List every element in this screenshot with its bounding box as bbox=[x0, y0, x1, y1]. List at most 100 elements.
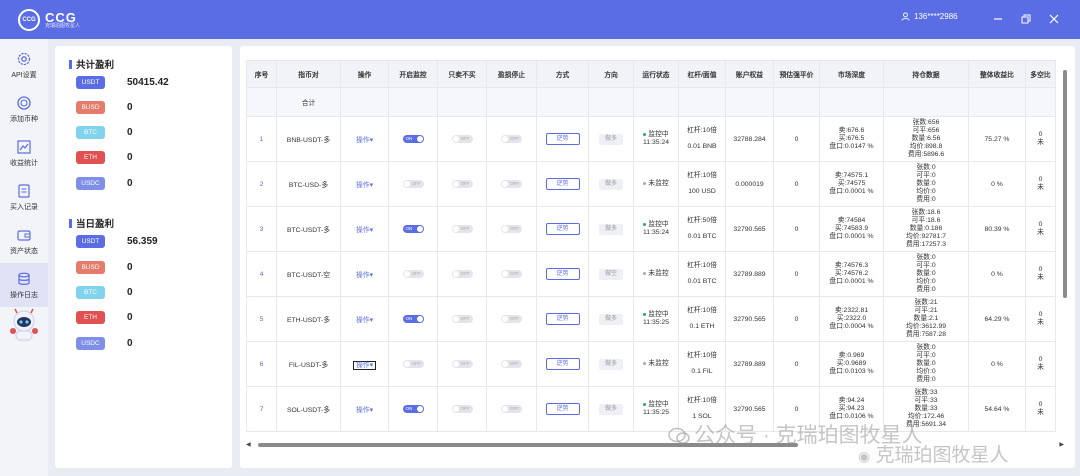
sell-only-toggle[interactable]: OFF bbox=[451, 315, 473, 323]
method-button[interactable]: 逆势 bbox=[545, 403, 580, 415]
column-header: 只卖不买 bbox=[437, 60, 487, 88]
sidebar-item-profit-stats[interactable]: 收益统计 bbox=[0, 131, 48, 175]
operation-dropdown[interactable]: 操作▾ bbox=[356, 182, 373, 189]
account-equity: 32790.565 bbox=[725, 296, 774, 342]
user-account[interactable]: 136****2986 bbox=[901, 12, 958, 21]
log-icon bbox=[18, 272, 30, 285]
minimize-button[interactable] bbox=[990, 11, 1006, 27]
column-header: 操作 bbox=[340, 60, 389, 88]
sidebar-item-api-settings[interactable]: API设置 bbox=[0, 43, 48, 87]
total-profit-row: ETH 0 bbox=[76, 151, 133, 164]
sidebar-item-add-coin[interactable]: 添加币种 bbox=[0, 87, 48, 131]
overall-return-ratio: 0 % bbox=[968, 161, 1026, 207]
profit-value: 50415.42 bbox=[127, 77, 169, 88]
profit-panel: 共计盈利 USDT 50415.42 BUSD 0 BTC 0 ETH 0 USDC 0 … bbox=[55, 46, 232, 468]
vertical-scrollbar[interactable] bbox=[1061, 60, 1069, 300]
stop-loss-toggle[interactable]: OFF bbox=[501, 360, 522, 368]
stop-loss-toggle[interactable]: OFF bbox=[501, 225, 522, 233]
liquidation-price: 0 bbox=[773, 116, 820, 162]
direction-button[interactable]: 做多 bbox=[599, 403, 623, 415]
monitor-toggle[interactable]: ON bbox=[402, 225, 424, 233]
run-status: 监控中 11:35:24 bbox=[633, 116, 679, 162]
monitor-toggle[interactable]: ON bbox=[402, 405, 424, 413]
top-bar: CCG CCG 克瑞珀图牧星人 136****2986 bbox=[0, 0, 1080, 39]
monitor-toggle[interactable]: ON bbox=[402, 135, 424, 143]
stop-loss-toggle[interactable]: OFF bbox=[501, 270, 522, 278]
sell-only-toggle[interactable]: OFF bbox=[451, 135, 473, 143]
sell-only-toggle[interactable]: OFF bbox=[451, 180, 473, 188]
column-header: 方向 bbox=[588, 60, 634, 88]
long-short-ratio: 0未 bbox=[1025, 161, 1056, 207]
app-title: CCG bbox=[45, 9, 77, 25]
sidebar-item-buy-records[interactable]: 买入记录 bbox=[0, 175, 48, 219]
row-index: 2 bbox=[246, 161, 277, 207]
gear-icon bbox=[17, 52, 31, 65]
method-button[interactable]: 逆势 bbox=[545, 223, 580, 235]
direction-button[interactable]: 做空 bbox=[599, 268, 623, 280]
leverage-face-value: 杠杆:10倍 0.1 ETH bbox=[678, 296, 726, 342]
overall-return-ratio: 0 % bbox=[968, 341, 1026, 387]
user-name: 136****2986 bbox=[914, 12, 958, 21]
method-button[interactable]: 逆势 bbox=[545, 178, 580, 190]
column-header: 运行状态 bbox=[633, 60, 679, 88]
watermark-text-2: ◉ 克瑞珀图牧星人 bbox=[858, 445, 1009, 466]
app-subtitle: 克瑞珀图牧星人 bbox=[45, 22, 81, 29]
operation-dropdown[interactable]: 操作▾ bbox=[356, 272, 373, 279]
overall-return-ratio: 75.27 % bbox=[968, 116, 1026, 162]
operation-dropdown[interactable]: 操作▾ bbox=[352, 361, 376, 370]
scroll-left-icon[interactable]: ◀ bbox=[246, 441, 251, 448]
maximize-button[interactable] bbox=[1018, 11, 1034, 27]
table-row: 5 ETH-USDT-多 操作▾ ON OFF OFF 逆势 做多 监控中 11:35:25 杠杆:… bbox=[246, 296, 1056, 342]
weibo-icon: ◉ bbox=[858, 448, 871, 464]
stop-loss-toggle[interactable]: OFF bbox=[501, 315, 522, 323]
operation-dropdown[interactable]: 操作▾ bbox=[356, 137, 373, 144]
liquidation-price: 0 bbox=[773, 341, 820, 387]
sell-only-toggle[interactable]: OFF bbox=[451, 360, 473, 368]
leverage-face-value: 杠杆:10倍 100 USD bbox=[678, 161, 726, 207]
liquidation-price: 0 bbox=[773, 206, 820, 252]
account-equity: 32788.284 bbox=[725, 116, 774, 162]
method-button[interactable]: 逆势 bbox=[545, 313, 580, 325]
method-button[interactable]: 逆势 bbox=[545, 133, 580, 145]
method-button[interactable]: 逆势 bbox=[545, 268, 580, 280]
row-index: 3 bbox=[246, 206, 277, 252]
strategy-table: 序号 指币对 操作 开启监控 只卖不买 盈损停止 方式 方向 运行状态 杠杆/面… bbox=[246, 60, 1056, 432]
direction-button[interactable]: 做多 bbox=[599, 178, 623, 190]
monitor-toggle[interactable]: OFF bbox=[402, 360, 424, 368]
coin-badge: USDC bbox=[76, 337, 105, 350]
scrollbar-thumb[interactable] bbox=[1063, 70, 1067, 298]
monitor-toggle[interactable]: OFF bbox=[402, 270, 424, 278]
market-depth: 卖:2322.81 买:2322.0 盘口:0.0004 % bbox=[819, 296, 884, 342]
status-dot-icon bbox=[643, 271, 647, 275]
stop-loss-toggle[interactable]: OFF bbox=[501, 135, 522, 143]
table-header-row: 序号 指币对 操作 开启监控 只卖不买 盈损停止 方式 方向 运行状态 杠杆/面… bbox=[246, 60, 1056, 88]
direction-button[interactable]: 做多 bbox=[599, 133, 623, 145]
direction-button[interactable]: 做多 bbox=[599, 358, 623, 370]
column-header: 序号 bbox=[246, 60, 277, 88]
status-dot-icon bbox=[643, 181, 647, 185]
operation-dropdown[interactable]: 操作▾ bbox=[356, 407, 373, 414]
sidebar-item-operation-log[interactable]: 操作日志 bbox=[0, 263, 48, 307]
operation-dropdown[interactable]: 操作▾ bbox=[356, 317, 373, 324]
column-header: 多空比 bbox=[1025, 60, 1056, 88]
liquidation-price: 0 bbox=[773, 251, 820, 297]
sidebar-item-asset-status[interactable]: 资产状态 bbox=[0, 219, 48, 263]
stop-loss-toggle[interactable]: OFF bbox=[501, 180, 522, 188]
close-button[interactable] bbox=[1046, 11, 1062, 27]
coin-badge: BTC bbox=[76, 126, 105, 139]
direction-button[interactable]: 做多 bbox=[599, 313, 623, 325]
sell-only-toggle[interactable]: OFF bbox=[451, 405, 473, 413]
direction-button[interactable]: 做多 bbox=[599, 223, 623, 235]
sell-only-toggle[interactable]: OFF bbox=[451, 270, 473, 278]
daily-profit-row: ETH 0 bbox=[76, 311, 133, 324]
market-depth: 卖:0.969 买:0.9689 盘口:0.0103 % bbox=[819, 341, 884, 387]
monitor-toggle[interactable]: ON bbox=[402, 315, 424, 323]
scroll-right-icon[interactable]: ▶ bbox=[1059, 441, 1064, 448]
trading-pair: ETH-USDT-多 bbox=[276, 296, 341, 342]
stop-loss-toggle[interactable]: OFF bbox=[501, 405, 522, 413]
monitor-toggle[interactable]: OFF bbox=[402, 180, 424, 188]
method-button[interactable]: 逆势 bbox=[545, 358, 580, 370]
operation-dropdown[interactable]: 操作▾ bbox=[356, 227, 373, 234]
robot-mascot-icon bbox=[10, 308, 38, 341]
sell-only-toggle[interactable]: OFF bbox=[451, 225, 473, 233]
